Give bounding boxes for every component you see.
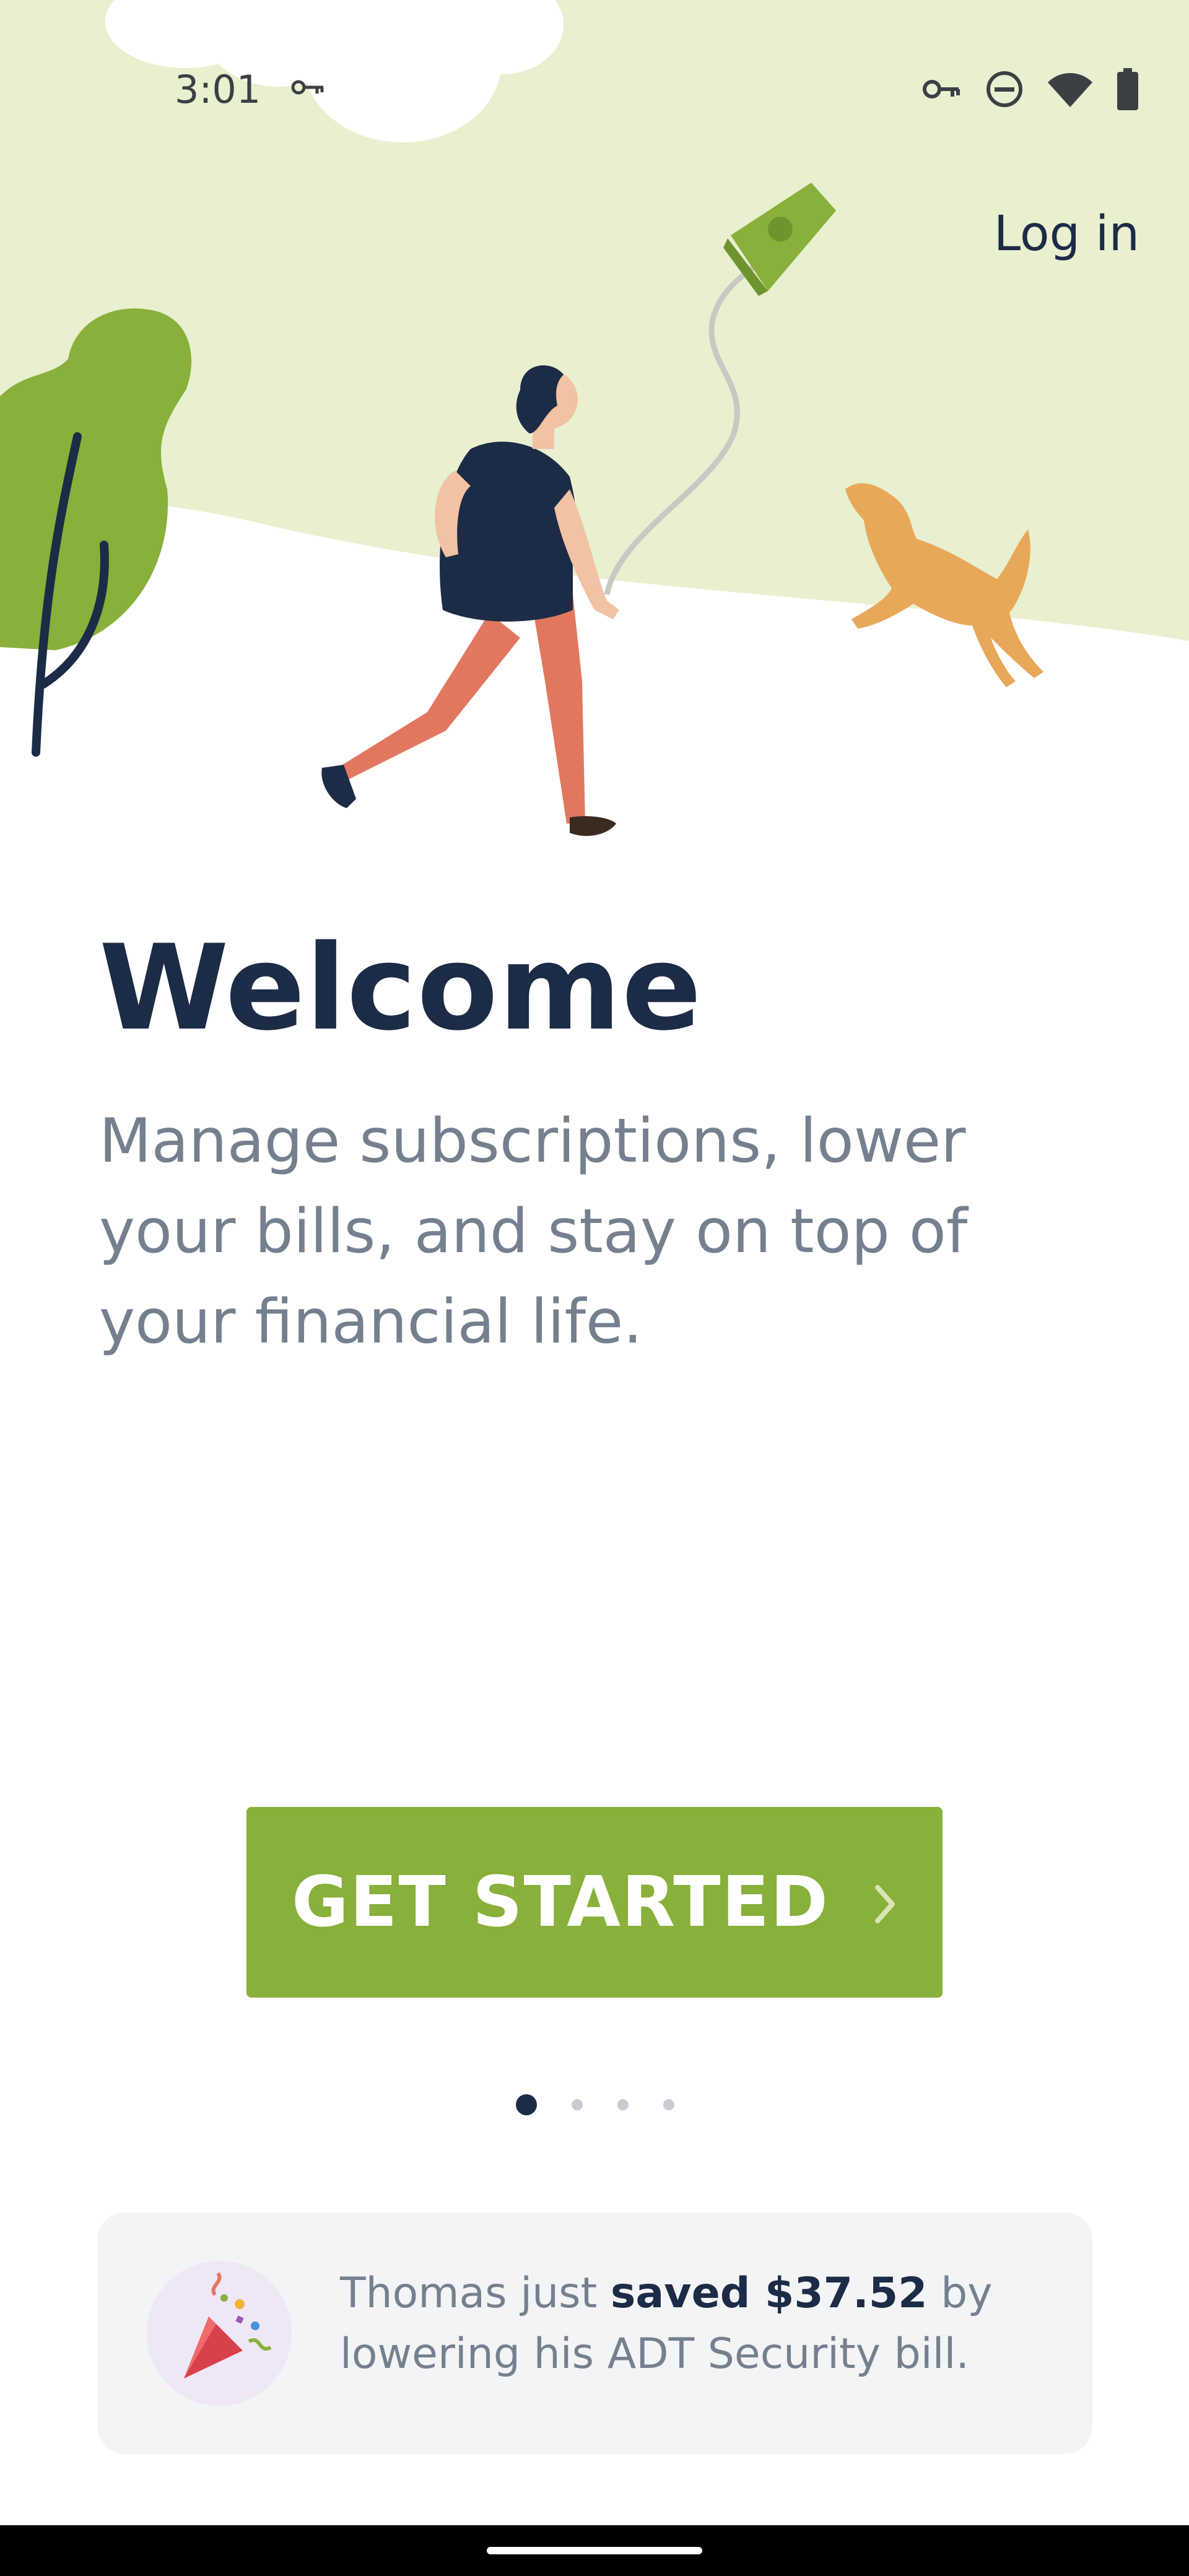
chevron-right-icon xyxy=(873,1862,897,1943)
savings-text-line2: lowering his ADT Security bill. xyxy=(340,2330,970,2378)
do-not-disturb-icon xyxy=(985,69,1024,111)
get-started-label: GET STARTED xyxy=(292,1862,829,1943)
savings-message: Thomas just saved $37.52 by lowering his… xyxy=(340,2263,1071,2385)
vpn-key-icon xyxy=(291,78,326,99)
get-started-button[interactable]: GET STARTED xyxy=(246,1807,943,1998)
savings-text-suffix: by xyxy=(927,2269,993,2318)
savings-amount: saved $37.52 xyxy=(610,2269,928,2318)
subtitle-line-2: your bills, and stay on top of xyxy=(99,1196,968,1267)
status-time: 3:01 xyxy=(175,67,261,112)
key-icon xyxy=(923,79,961,102)
page-dot-1[interactable] xyxy=(516,2094,537,2115)
page-indicator xyxy=(516,2094,674,2115)
login-link[interactable]: Log in xyxy=(994,206,1139,262)
page-dot-2[interactable] xyxy=(572,2099,583,2110)
home-gesture-handle[interactable] xyxy=(487,2547,702,2554)
hero-illustration xyxy=(0,0,1189,836)
subtitle-line-3: your financial life. xyxy=(99,1287,643,1357)
page-dot-4[interactable] xyxy=(663,2099,674,2110)
page-title: Welcome xyxy=(99,920,702,1056)
status-icons xyxy=(923,68,1139,113)
wifi-icon xyxy=(1048,71,1092,110)
subtitle-line-1: Manage subscriptions, lower xyxy=(99,1106,966,1177)
party-popper-icon xyxy=(147,2261,292,2406)
battery-icon xyxy=(1116,68,1139,113)
savings-text-prefix: Thomas just xyxy=(340,2269,611,2318)
page-dot-3[interactable] xyxy=(617,2099,629,2110)
page-subtitle: Manage subscriptions, lower your bills, … xyxy=(99,1096,1090,1367)
savings-notification-card: Thomas just saved $37.52 by lowering his… xyxy=(97,2213,1092,2454)
